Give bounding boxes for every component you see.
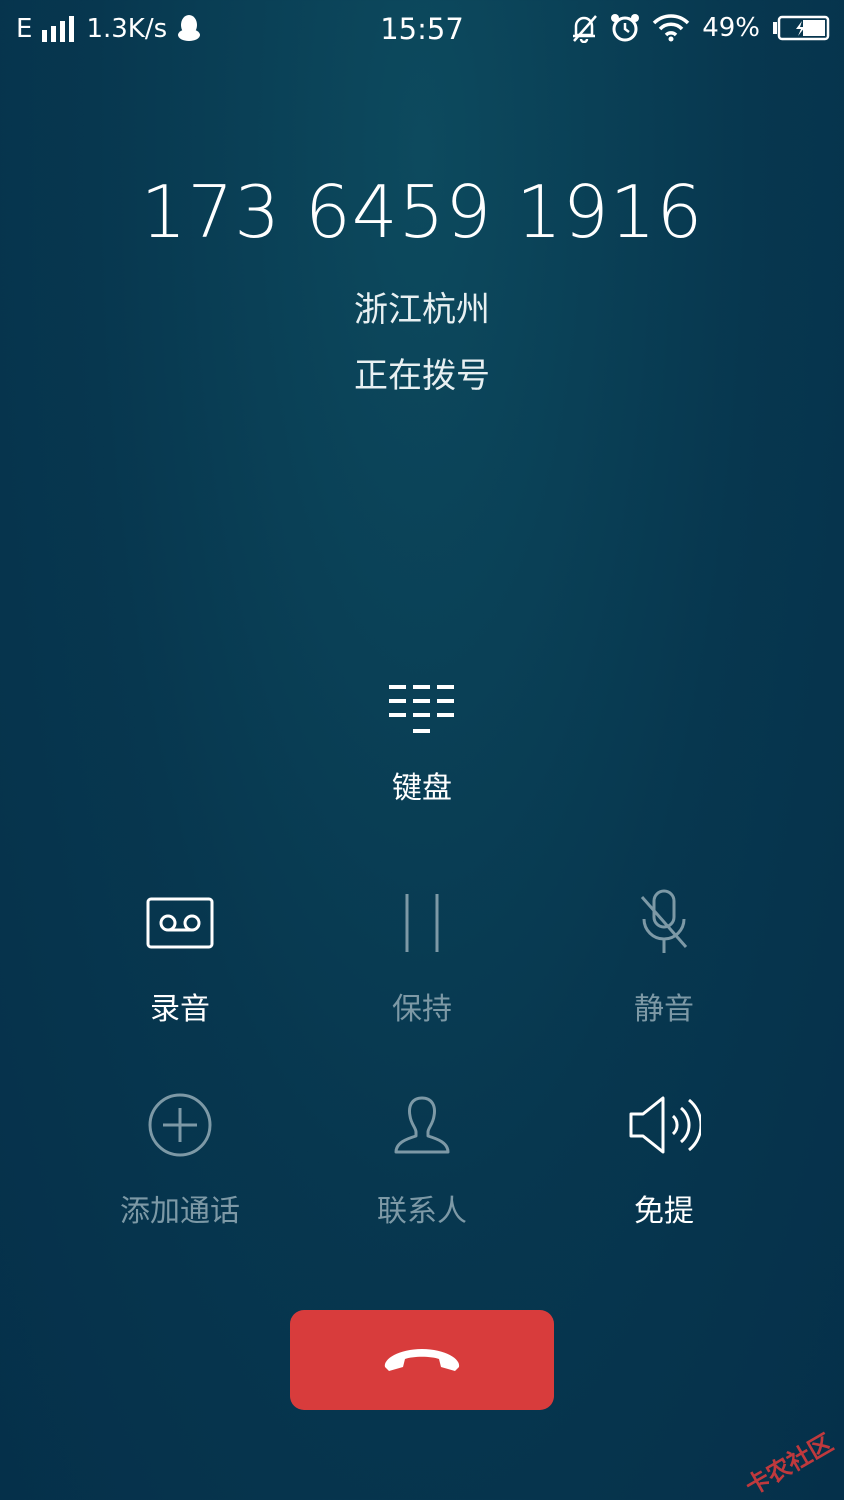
add-call-label: 添加通话 — [120, 1194, 240, 1229]
mute-label: 静音 — [634, 992, 694, 1027]
plus-circle-icon — [148, 1093, 212, 1157]
speaker-button[interactable]: 免提 — [544, 1090, 784, 1230]
end-call-button[interactable] — [290, 1310, 554, 1410]
mute-button[interactable]: 静音 — [544, 888, 784, 1028]
keypad-button[interactable]: 键盘 — [322, 685, 522, 807]
battery-icon — [773, 15, 830, 41]
keypad-label: 键盘 — [392, 771, 452, 806]
contacts-button[interactable]: 联系人 — [302, 1090, 542, 1230]
battery-percent: 49% — [702, 13, 760, 43]
speaker-icon — [629, 1096, 701, 1154]
contacts-label: 联系人 — [377, 1194, 467, 1229]
hold-button[interactable]: 保持 — [302, 888, 542, 1028]
hold-label: 保持 — [392, 992, 452, 1027]
hang-up-icon — [384, 1349, 460, 1371]
alarm-icon — [611, 14, 640, 42]
keypad-icon — [389, 685, 454, 733]
person-icon — [394, 1096, 450, 1154]
pause-icon — [405, 894, 439, 952]
caller-location: 浙江杭州 — [354, 290, 490, 330]
mic-off-icon — [640, 889, 688, 953]
muted-bell-icon — [573, 15, 598, 43]
speaker-label: 免提 — [634, 1194, 694, 1229]
add-call-button[interactable]: 添加通话 — [60, 1090, 300, 1230]
recorder-icon — [146, 897, 214, 949]
record-label: 录音 — [150, 992, 210, 1027]
status-right: 49% — [570, 10, 830, 46]
watermark: 卡农社区 — [740, 1428, 838, 1500]
call-status: 正在拨号 — [354, 356, 490, 396]
status-bar: E 1.3K/s 15:57 49% — [0, 0, 844, 58]
wifi-icon — [652, 14, 690, 42]
phone-number: 173 6459 1916 — [140, 170, 704, 254]
record-button[interactable]: 录音 — [60, 888, 300, 1028]
